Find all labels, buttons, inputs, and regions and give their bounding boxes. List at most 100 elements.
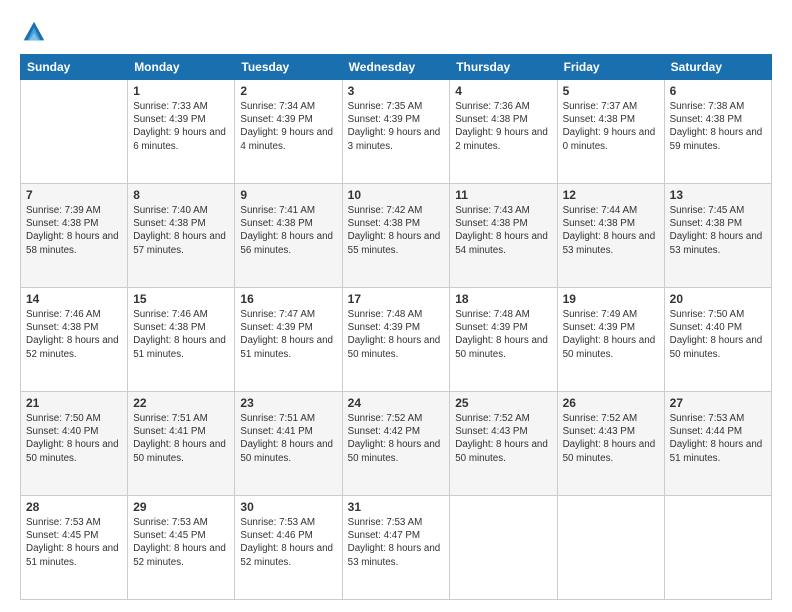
day-number: 23	[240, 396, 336, 410]
day-info: Sunrise: 7:53 AM Sunset: 4:45 PM Dayligh…	[26, 516, 122, 569]
day-info: Sunrise: 7:43 AM Sunset: 4:38 PM Dayligh…	[455, 204, 551, 257]
day-info: Sunrise: 7:39 AM Sunset: 4:38 PM Dayligh…	[26, 204, 122, 257]
calendar-cell: 13 Sunrise: 7:45 AM Sunset: 4:38 PM Dayli…	[664, 184, 771, 288]
day-number: 1	[133, 84, 229, 98]
day-info: Sunrise: 7:38 AM Sunset: 4:38 PM Dayligh…	[670, 100, 766, 153]
day-number: 14	[26, 292, 122, 306]
day-number: 6	[670, 84, 766, 98]
day-number: 18	[455, 292, 551, 306]
calendar-cell: 30Sunrise: 7:53 AM Sunset: 4:46 PM Dayli…	[235, 496, 342, 600]
col-saturday: Saturday	[664, 55, 771, 80]
day-info: Sunrise: 7:51 AM Sunset: 4:41 PM Dayligh…	[133, 412, 229, 465]
calendar-cell: 16 Sunrise: 7:47 AM Sunset: 4:39 PM Dayli…	[235, 288, 342, 392]
calendar: Sunday Monday Tuesday Wednesday Thursday…	[20, 54, 772, 600]
calendar-cell: 7 Sunrise: 7:39 AM Sunset: 4:38 PM Daylig…	[21, 184, 128, 288]
day-number: 8	[133, 188, 229, 202]
day-info: Sunrise: 7:44 AM Sunset: 4:38 PM Dayligh…	[563, 204, 659, 257]
calendar-cell: 1 Sunrise: 7:33 AM Sunset: 4:39 PM Daylig…	[128, 80, 235, 184]
day-number: 25	[455, 396, 551, 410]
day-info: Sunrise: 7:48 AM Sunset: 4:39 PM Dayligh…	[455, 308, 551, 361]
calendar-cell: 23 Sunrise: 7:51 AM Sunset: 4:41 PM Dayli…	[235, 392, 342, 496]
calendar-cell: 29 Sunrise: 7:53 AM Sunset: 4:45 PM Dayli…	[128, 496, 235, 600]
calendar-cell: 26 Sunrise: 7:52 AM Sunset: 4:43 PM Dayli…	[557, 392, 664, 496]
day-number: 21	[26, 396, 122, 410]
calendar-cell: 28 Sunrise: 7:53 AM Sunset: 4:45 PM Dayli…	[21, 496, 128, 600]
day-number: 7	[26, 188, 122, 202]
week-row-4: 28 Sunrise: 7:53 AM Sunset: 4:45 PM Dayli…	[21, 496, 772, 600]
calendar-cell	[557, 496, 664, 600]
header	[20, 18, 772, 46]
day-number: 24	[348, 396, 445, 410]
week-row-3: 21 Sunrise: 7:50 AM Sunset: 4:40 PM Dayli…	[21, 392, 772, 496]
week-row-0: 1 Sunrise: 7:33 AM Sunset: 4:39 PM Daylig…	[21, 80, 772, 184]
calendar-cell	[21, 80, 128, 184]
day-number: 28	[26, 500, 122, 514]
logo	[20, 18, 51, 46]
calendar-cell: 15 Sunrise: 7:46 AM Sunset: 4:38 PM Dayli…	[128, 288, 235, 392]
calendar-cell: 14 Sunrise: 7:46 AM Sunset: 4:38 PM Dayli…	[21, 288, 128, 392]
day-info: Sunrise: 7:37 AM Sunset: 4:38 PM Dayligh…	[563, 100, 659, 153]
day-number: 26	[563, 396, 659, 410]
day-info: Sunrise: 7:35 AM Sunset: 4:39 PM Dayligh…	[348, 100, 445, 153]
day-number: 10	[348, 188, 445, 202]
day-info: Sunrise: 7:48 AM Sunset: 4:39 PM Dayligh…	[348, 308, 445, 361]
day-info: Sunrise: 7:52 AM Sunset: 4:43 PM Dayligh…	[455, 412, 551, 465]
day-number: 12	[563, 188, 659, 202]
calendar-cell: 3Sunrise: 7:35 AM Sunset: 4:39 PM Daylig…	[342, 80, 450, 184]
day-info: Sunrise: 7:33 AM Sunset: 4:39 PM Dayligh…	[133, 100, 229, 153]
calendar-cell	[450, 496, 557, 600]
day-info: Sunrise: 7:53 AM Sunset: 4:44 PM Dayligh…	[670, 412, 766, 465]
calendar-cell: 6 Sunrise: 7:38 AM Sunset: 4:38 PM Daylig…	[664, 80, 771, 184]
calendar-cell: 18 Sunrise: 7:48 AM Sunset: 4:39 PM Dayli…	[450, 288, 557, 392]
calendar-cell: 5 Sunrise: 7:37 AM Sunset: 4:38 PM Daylig…	[557, 80, 664, 184]
col-wednesday: Wednesday	[342, 55, 450, 80]
calendar-cell: 27 Sunrise: 7:53 AM Sunset: 4:44 PM Dayli…	[664, 392, 771, 496]
calendar-cell: 20Sunrise: 7:50 AM Sunset: 4:40 PM Dayli…	[664, 288, 771, 392]
day-info: Sunrise: 7:49 AM Sunset: 4:39 PM Dayligh…	[563, 308, 659, 361]
day-number: 15	[133, 292, 229, 306]
calendar-cell: 24 Sunrise: 7:52 AM Sunset: 4:42 PM Dayli…	[342, 392, 450, 496]
day-info: Sunrise: 7:53 AM Sunset: 4:45 PM Dayligh…	[133, 516, 229, 569]
col-tuesday: Tuesday	[235, 55, 342, 80]
calendar-cell: 10 Sunrise: 7:42 AM Sunset: 4:38 PM Dayli…	[342, 184, 450, 288]
calendar-cell: 12 Sunrise: 7:44 AM Sunset: 4:38 PM Dayli…	[557, 184, 664, 288]
calendar-cell: 25 Sunrise: 7:52 AM Sunset: 4:43 PM Dayli…	[450, 392, 557, 496]
day-info: Sunrise: 7:45 AM Sunset: 4:38 PM Dayligh…	[670, 204, 766, 257]
calendar-cell: 2 Sunrise: 7:34 AM Sunset: 4:39 PM Daylig…	[235, 80, 342, 184]
day-info: Sunrise: 7:36 AM Sunset: 4:38 PM Dayligh…	[455, 100, 551, 153]
day-number: 16	[240, 292, 336, 306]
day-info: Sunrise: 7:41 AM Sunset: 4:38 PM Dayligh…	[240, 204, 336, 257]
col-sunday: Sunday	[21, 55, 128, 80]
day-info: Sunrise: 7:42 AM Sunset: 4:38 PM Dayligh…	[348, 204, 445, 257]
day-number: 13	[670, 188, 766, 202]
day-number: 29	[133, 500, 229, 514]
day-info: Sunrise: 7:50 AM Sunset: 4:40 PM Dayligh…	[26, 412, 122, 465]
calendar-cell: 31Sunrise: 7:53 AM Sunset: 4:47 PM Dayli…	[342, 496, 450, 600]
day-info: Sunrise: 7:46 AM Sunset: 4:38 PM Dayligh…	[26, 308, 122, 361]
day-number: 30	[240, 500, 336, 514]
header-row: Sunday Monday Tuesday Wednesday Thursday…	[21, 55, 772, 80]
day-info: Sunrise: 7:46 AM Sunset: 4:38 PM Dayligh…	[133, 308, 229, 361]
day-number: 4	[455, 84, 551, 98]
day-number: 19	[563, 292, 659, 306]
day-number: 9	[240, 188, 336, 202]
col-thursday: Thursday	[450, 55, 557, 80]
day-number: 5	[563, 84, 659, 98]
col-friday: Friday	[557, 55, 664, 80]
week-row-2: 14 Sunrise: 7:46 AM Sunset: 4:38 PM Dayli…	[21, 288, 772, 392]
day-number: 20	[670, 292, 766, 306]
calendar-cell: 9 Sunrise: 7:41 AM Sunset: 4:38 PM Daylig…	[235, 184, 342, 288]
col-monday: Monday	[128, 55, 235, 80]
day-number: 17	[348, 292, 445, 306]
calendar-cell: 8 Sunrise: 7:40 AM Sunset: 4:38 PM Daylig…	[128, 184, 235, 288]
calendar-cell: 4 Sunrise: 7:36 AM Sunset: 4:38 PM Daylig…	[450, 80, 557, 184]
day-number: 2	[240, 84, 336, 98]
day-number: 11	[455, 188, 551, 202]
day-info: Sunrise: 7:52 AM Sunset: 4:43 PM Dayligh…	[563, 412, 659, 465]
day-info: Sunrise: 7:51 AM Sunset: 4:41 PM Dayligh…	[240, 412, 336, 465]
day-info: Sunrise: 7:34 AM Sunset: 4:39 PM Dayligh…	[240, 100, 336, 153]
day-info: Sunrise: 7:52 AM Sunset: 4:42 PM Dayligh…	[348, 412, 445, 465]
day-info: Sunrise: 7:47 AM Sunset: 4:39 PM Dayligh…	[240, 308, 336, 361]
day-info: Sunrise: 7:40 AM Sunset: 4:38 PM Dayligh…	[133, 204, 229, 257]
day-number: 27	[670, 396, 766, 410]
